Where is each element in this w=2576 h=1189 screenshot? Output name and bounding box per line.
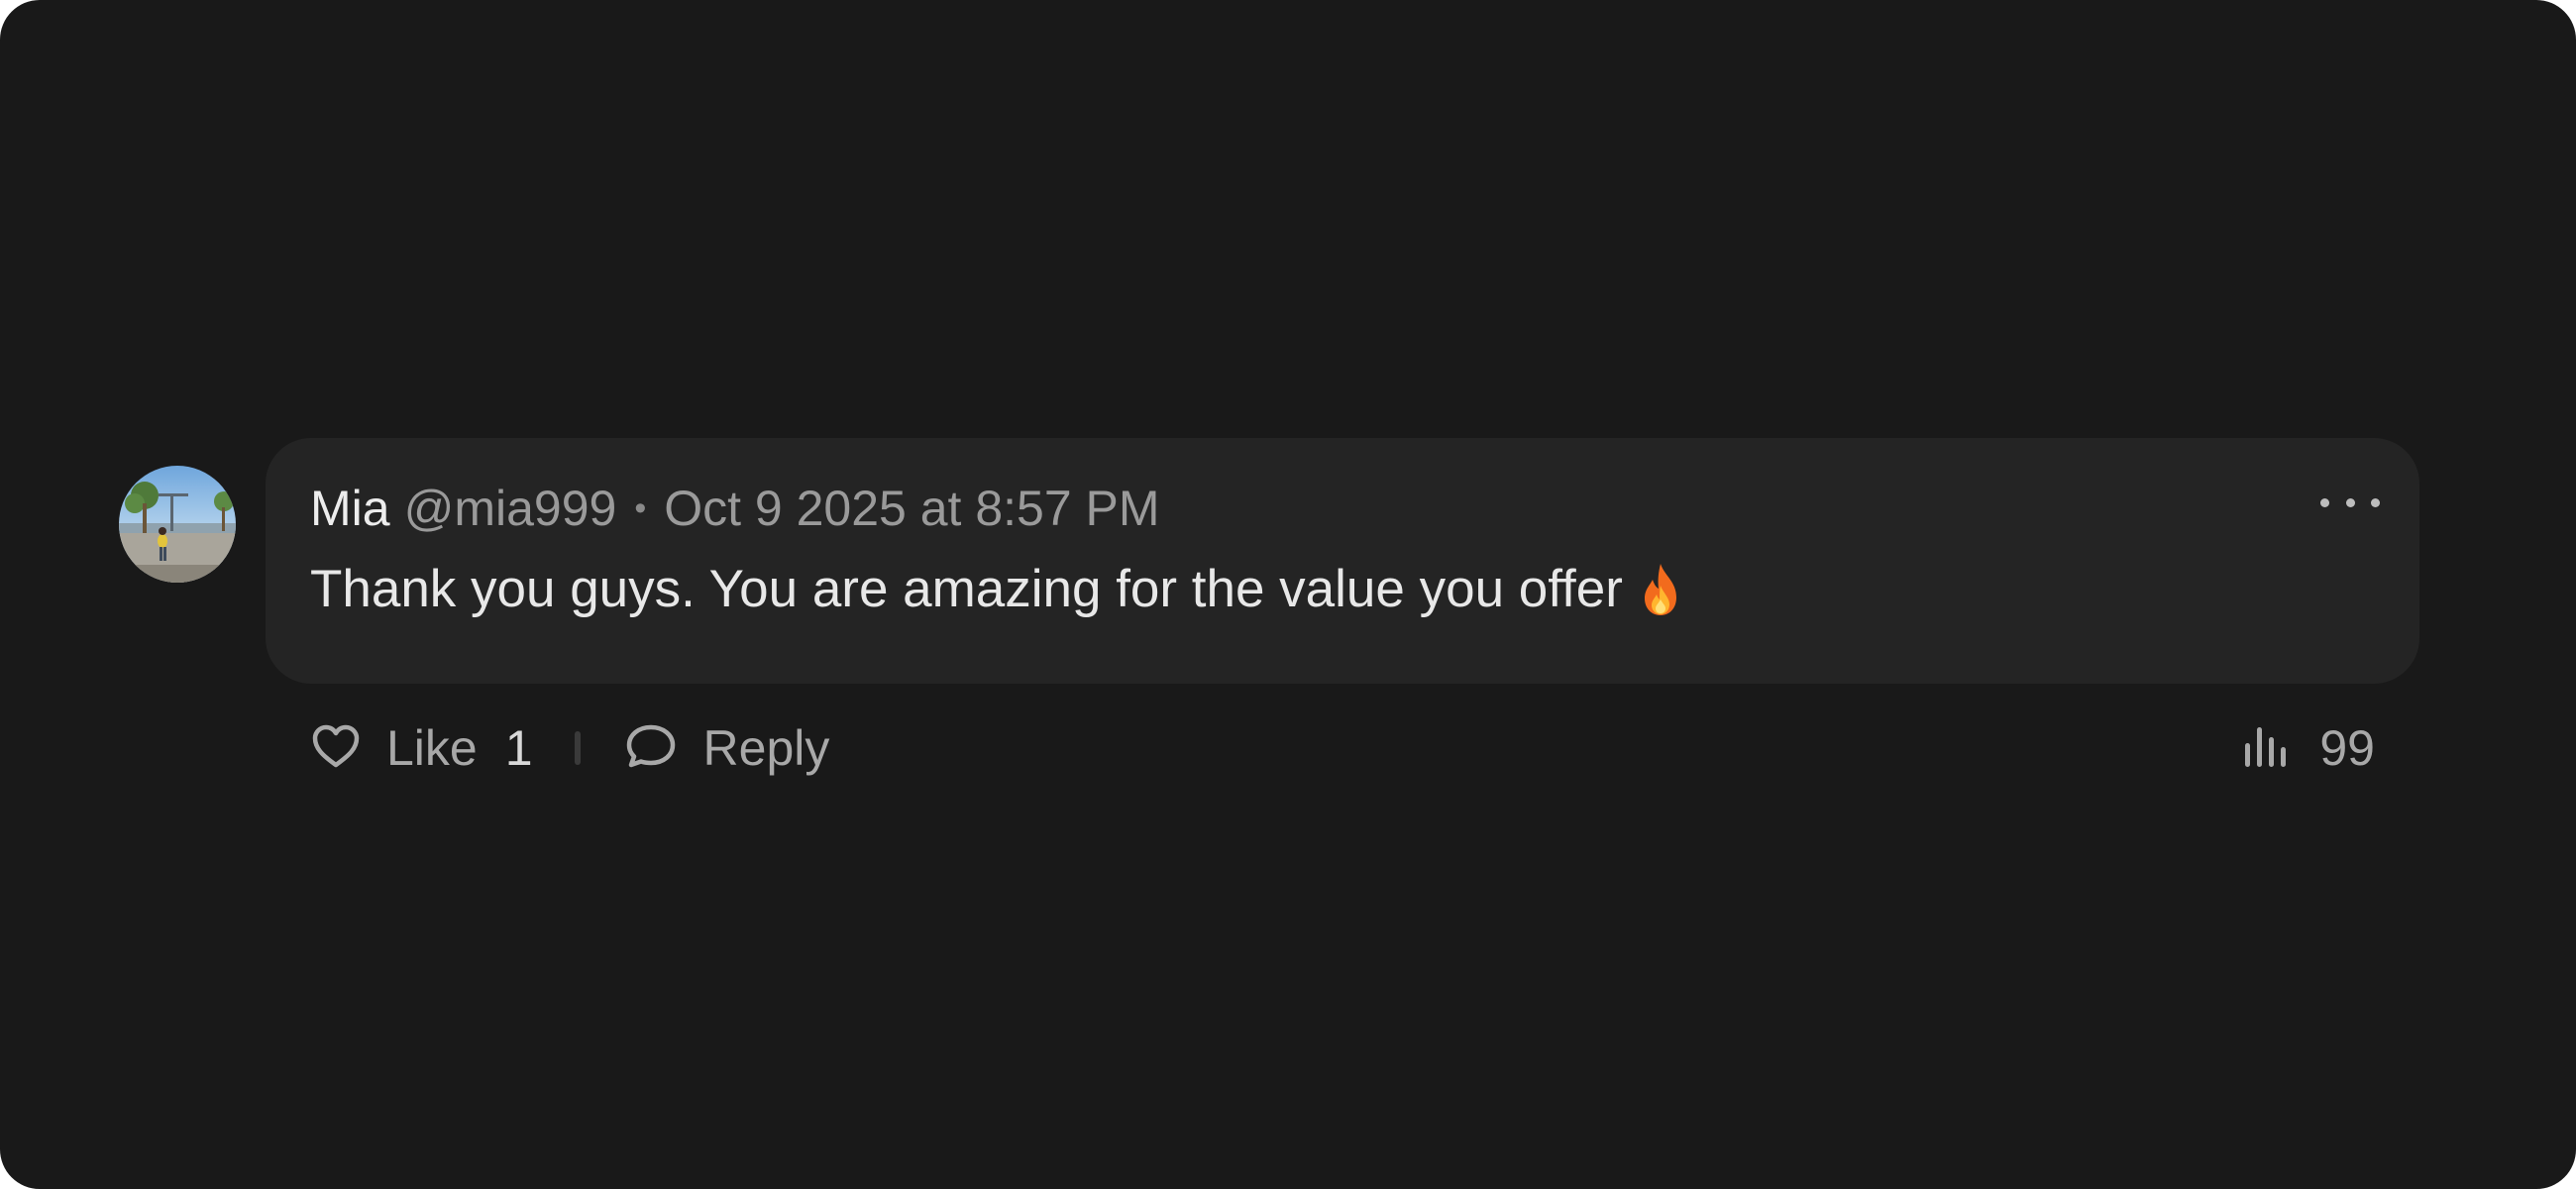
reply-label: Reply bbox=[702, 720, 830, 776]
views-count: 99 bbox=[2319, 720, 2375, 776]
comment-header: Mia @mia999 • Oct 9 2025 at 8:57 PM bbox=[310, 474, 1160, 543]
like-button[interactable]: Like 1 bbox=[311, 719, 533, 777]
author-name[interactable]: Mia bbox=[310, 480, 390, 537]
heart-icon bbox=[311, 723, 361, 774]
more-horizontal-icon bbox=[2320, 497, 2329, 507]
reply-button[interactable]: Reply bbox=[624, 719, 830, 777]
bar-chart-icon bbox=[2242, 723, 2292, 774]
like-count: 1 bbox=[504, 720, 533, 776]
comment-bubble: Mia @mia999 • Oct 9 2025 at 8:57 PM Than… bbox=[266, 438, 2419, 684]
comment-bubble-icon bbox=[624, 722, 678, 775]
comment-message: Thank you guys. You are amazing for the … bbox=[310, 559, 1684, 619]
more-options-button[interactable] bbox=[2320, 487, 2380, 517]
avatar-photo bbox=[119, 466, 236, 583]
comment-timestamp[interactable]: Oct 9 2025 at 8:57 PM bbox=[664, 480, 1159, 537]
author-handle[interactable]: @mia999 bbox=[404, 480, 617, 537]
views-counter[interactable]: 99 bbox=[2242, 713, 2375, 783]
comment-text: Thank you guys. You are amazing for the … bbox=[310, 560, 1623, 618]
action-divider bbox=[574, 731, 581, 765]
separator-dot: • bbox=[634, 488, 647, 527]
comment-card: Mia @mia999 • Oct 9 2025 at 8:57 PM Than… bbox=[0, 0, 2576, 1189]
like-label: Like bbox=[386, 720, 478, 776]
fire-icon bbox=[1637, 562, 1684, 617]
avatar[interactable] bbox=[119, 466, 236, 583]
comment-actions: Like 1 Reply bbox=[311, 713, 829, 783]
